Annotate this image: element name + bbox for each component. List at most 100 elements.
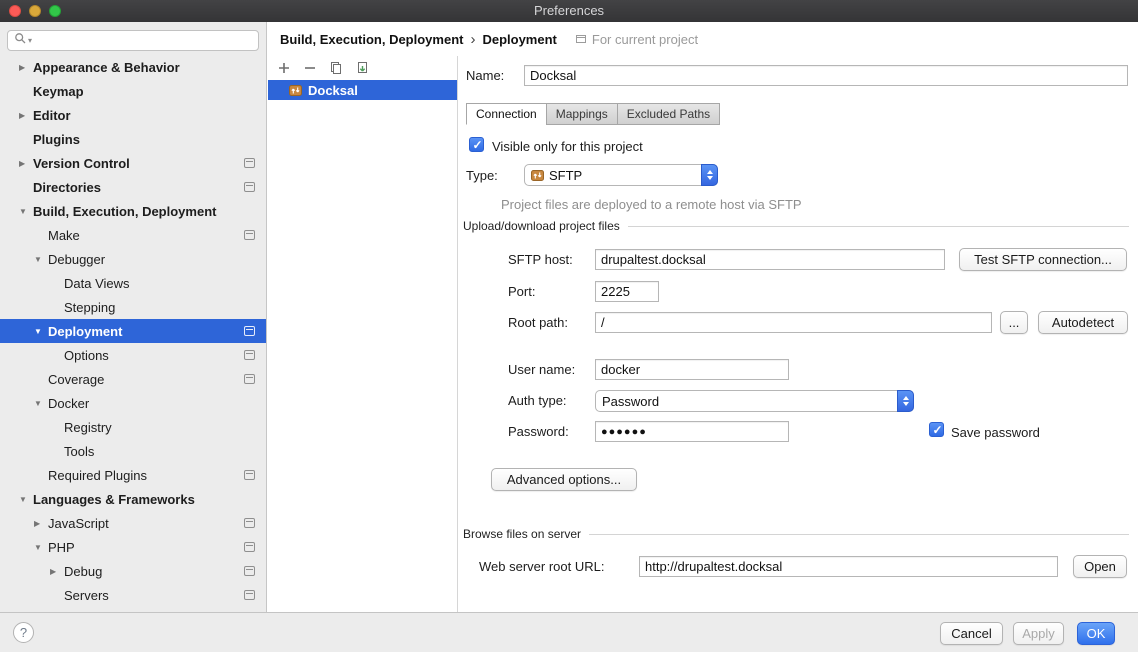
copy-icon[interactable] — [326, 59, 345, 78]
save-password-label: Save password — [951, 425, 1040, 440]
root-path-input[interactable] — [595, 312, 992, 333]
settings-search-input[interactable] — [37, 34, 252, 48]
deployment-settings-form: Name: Connection Mappings Excluded Paths… — [458, 56, 1138, 612]
paste-icon[interactable] — [352, 59, 371, 78]
web-root-label: Web server root URL: — [479, 559, 604, 574]
save-password-checkbox[interactable] — [929, 422, 944, 437]
sidebar-item-label: Appearance & Behavior — [33, 60, 180, 75]
port-input[interactable] — [595, 281, 659, 302]
project-level-badge-icon — [244, 374, 255, 384]
sidebar-item-javascript[interactable]: ▶JavaScript — [0, 511, 266, 535]
chevron-right-icon[interactable]: ▶ — [17, 63, 33, 72]
browse-root-path-button[interactable]: ... — [1000, 311, 1028, 334]
sidebar-item-label: Registry — [64, 420, 112, 435]
sidebar-item-label: Options — [64, 348, 109, 363]
sidebar-item-docker[interactable]: ▼Docker — [0, 391, 266, 415]
sidebar-item-label: Coverage — [48, 372, 104, 387]
sidebar-item-registry[interactable]: Registry — [0, 415, 266, 439]
sidebar-item-label: Languages & Frameworks — [33, 492, 195, 507]
server-list-panel: Docksal — [268, 56, 458, 612]
sidebar-item-tools[interactable]: Tools — [0, 439, 266, 463]
type-select[interactable]: SFTP — [524, 164, 718, 186]
sidebar-item-label: Make — [48, 228, 80, 243]
sidebar-item-appearance-behavior[interactable]: ▶Appearance & Behavior — [0, 55, 266, 79]
sidebar-item-coverage[interactable]: Coverage — [0, 367, 266, 391]
sftp-host-input[interactable] — [595, 249, 945, 270]
sidebar-item-stepping[interactable]: Stepping — [0, 295, 266, 319]
sidebar-item-label: Data Views — [64, 276, 130, 291]
advanced-options-button[interactable]: Advanced options... — [491, 468, 637, 491]
combo-stepper-icon — [897, 390, 914, 412]
test-sftp-connection-button[interactable]: Test SFTP connection... — [959, 248, 1127, 271]
tab-mappings[interactable]: Mappings — [546, 103, 618, 125]
visible-only-checkbox[interactable] — [469, 137, 484, 152]
apply-button[interactable]: Apply — [1013, 622, 1064, 645]
project-level-badge-icon — [244, 518, 255, 528]
sidebar-item-label: Editor — [33, 108, 71, 123]
auth-type-select[interactable]: Password — [595, 390, 914, 412]
settings-search-box[interactable]: ▾ — [7, 30, 259, 51]
sidebar-item-label: Keymap — [33, 84, 84, 99]
help-button[interactable]: ? — [13, 622, 34, 643]
open-button[interactable]: Open — [1073, 555, 1127, 578]
search-options-chevron-icon[interactable]: ▾ — [28, 36, 32, 45]
titlebar: Preferences — [0, 0, 1138, 22]
server-list: Docksal — [268, 80, 457, 100]
sidebar-item-debugger[interactable]: ▼Debugger — [0, 247, 266, 271]
sidebar-item-servers[interactable]: Servers — [0, 583, 266, 607]
sidebar-item-languages-frameworks[interactable]: ▼Languages & Frameworks — [0, 487, 266, 511]
sidebar-item-keymap[interactable]: Keymap — [0, 79, 266, 103]
sidebar-item-data-views[interactable]: Data Views — [0, 271, 266, 295]
project-level-badge-icon — [244, 230, 255, 240]
sidebar-item-editor[interactable]: ▶Editor — [0, 103, 266, 127]
project-scope: For current project — [575, 32, 698, 47]
sidebar-item-plugins[interactable]: Plugins — [0, 127, 266, 151]
sftp-icon — [531, 169, 544, 182]
section-divider — [628, 226, 1129, 227]
password-input[interactable] — [595, 421, 789, 442]
name-input[interactable] — [524, 65, 1128, 86]
chevron-down-icon[interactable]: ▼ — [32, 543, 48, 552]
sidebar-item-deployment[interactable]: ▼Deployment — [0, 319, 266, 343]
settings-sidebar: ▾ ▶Appearance & BehaviorKeymap▶EditorPlu… — [0, 22, 267, 612]
ok-button[interactable]: OK — [1077, 622, 1115, 645]
user-name-input[interactable] — [595, 359, 789, 380]
server-list-item-docksal[interactable]: Docksal — [268, 80, 457, 100]
section-divider — [589, 534, 1129, 535]
sidebar-item-label: Deployment — [48, 324, 122, 339]
settings-tree: ▶Appearance & BehaviorKeymap▶EditorPlugi… — [0, 55, 266, 607]
search-icon — [14, 32, 27, 50]
autodetect-button[interactable]: Autodetect — [1038, 311, 1128, 334]
sidebar-item-label: Servers — [64, 588, 109, 603]
sidebar-item-options[interactable]: Options — [0, 343, 266, 367]
tab-connection[interactable]: Connection — [466, 103, 547, 125]
chevron-down-icon[interactable]: ▼ — [32, 327, 48, 336]
footer-bar: ? Cancel Apply OK — [0, 612, 1138, 652]
add-icon[interactable] — [274, 59, 293, 78]
chevron-right-icon[interactable]: ▶ — [17, 111, 33, 120]
project-level-badge-icon — [244, 590, 255, 600]
sidebar-item-php[interactable]: ▼PHP — [0, 535, 266, 559]
sidebar-item-build-execution-deployment[interactable]: ▼Build, Execution, Deployment — [0, 199, 266, 223]
type-label: Type: — [466, 168, 498, 183]
chevron-down-icon[interactable]: ▼ — [17, 495, 33, 504]
sftp-host-label: SFTP host: — [508, 252, 573, 267]
chevron-down-icon[interactable]: ▼ — [32, 255, 48, 264]
user-name-label: User name: — [508, 362, 575, 377]
chevron-down-icon[interactable]: ▼ — [17, 207, 33, 216]
chevron-down-icon[interactable]: ▼ — [32, 399, 48, 408]
sidebar-item-label: Directories — [33, 180, 101, 195]
web-root-input[interactable] — [639, 556, 1058, 577]
remove-icon[interactable] — [300, 59, 319, 78]
sidebar-item-directories[interactable]: Directories — [0, 175, 266, 199]
chevron-right-icon[interactable]: ▶ — [17, 159, 33, 168]
chevron-right-icon[interactable]: ▶ — [48, 567, 64, 576]
sidebar-item-debug[interactable]: ▶Debug — [0, 559, 266, 583]
chevron-right-icon[interactable]: ▶ — [32, 519, 48, 528]
cancel-button[interactable]: Cancel — [940, 622, 1003, 645]
breadcrumb-section: Build, Execution, Deployment — [280, 32, 463, 47]
sidebar-item-required-plugins[interactable]: Required Plugins — [0, 463, 266, 487]
sidebar-item-make[interactable]: Make — [0, 223, 266, 247]
sidebar-item-version-control[interactable]: ▶Version Control — [0, 151, 266, 175]
tab-excluded-paths[interactable]: Excluded Paths — [617, 103, 720, 125]
